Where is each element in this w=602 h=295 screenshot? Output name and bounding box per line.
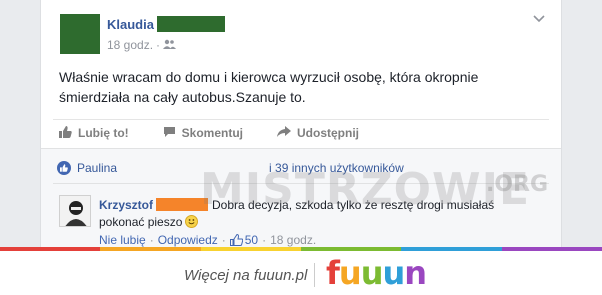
comment-author[interactable]: Krzysztof xyxy=(99,198,153,212)
commenter-avatar[interactable] xyxy=(59,195,91,227)
like-button[interactable]: Lubię to! xyxy=(59,124,129,142)
comment-button[interactable]: Skomentuj xyxy=(163,124,243,142)
thumbs-up-icon xyxy=(59,125,78,141)
dot-separator: · xyxy=(262,233,267,247)
thumbs-up-icon xyxy=(229,234,243,246)
likes-first-name[interactable]: Paulina xyxy=(77,161,117,175)
post-text: Właśnie wracam do domu i kierowca wyrzuc… xyxy=(59,69,479,105)
comment-like-count[interactable]: 50 xyxy=(229,233,258,247)
footer-banner: Więcej na fuuun.pl fuuun xyxy=(0,251,602,295)
like-reaction-icon xyxy=(57,161,71,175)
post-time[interactable]: 18 godz. xyxy=(107,38,153,52)
logo-letter: u xyxy=(338,254,362,292)
author-avatar-redacted[interactable] xyxy=(60,14,100,54)
smile-emoji-icon xyxy=(185,215,199,228)
like-label: Lubię to! xyxy=(78,126,129,140)
logo-letter: u xyxy=(360,254,384,292)
divider xyxy=(53,119,549,120)
logo-letter: n xyxy=(404,254,427,292)
post-actions-bar: Lubię to! Skomentuj Udostępnij xyxy=(59,124,393,142)
audience-friends-icon[interactable] xyxy=(163,38,177,52)
share-button[interactable]: Udostępnij xyxy=(277,124,359,142)
footer-text[interactable]: Więcej na fuuun.pl xyxy=(184,267,307,284)
reply-link[interactable]: Odpowiedz xyxy=(158,233,218,247)
comment-bubble-icon xyxy=(163,126,182,141)
comment-time[interactable]: 18 godz. xyxy=(270,233,316,247)
post-author: Klaudia xyxy=(107,16,225,32)
post-meta: 18 godz. · xyxy=(107,38,177,52)
share-label: Udostępnij xyxy=(297,126,359,140)
comment-actions: Nie lubię · Odpowiedz · 50 · 18 godz. xyxy=(99,233,316,247)
meta-separator: · xyxy=(156,38,161,52)
post-options-chevron-icon[interactable] xyxy=(533,14,545,26)
author-name-link[interactable]: Klaudia xyxy=(107,17,154,32)
dot-separator: · xyxy=(221,233,226,247)
watermark-org: .ORG xyxy=(486,172,549,197)
logo-letter: u xyxy=(382,254,405,292)
watermark-logo: MISTRZOWIE xyxy=(200,164,531,215)
share-arrow-icon xyxy=(277,125,297,141)
logo-letter: f xyxy=(326,254,340,292)
unlike-link[interactable]: Nie lubię xyxy=(99,233,146,247)
surname-redaction xyxy=(156,16,225,32)
comment-label: Skomentuj xyxy=(181,126,243,140)
feed-background: Klaudia 18 godz. · Właśnie wracam do domu… xyxy=(0,0,602,248)
fuuun-logo[interactable]: fuuun xyxy=(326,254,427,292)
dot-separator: · xyxy=(149,233,154,247)
footer-divider xyxy=(314,263,315,287)
